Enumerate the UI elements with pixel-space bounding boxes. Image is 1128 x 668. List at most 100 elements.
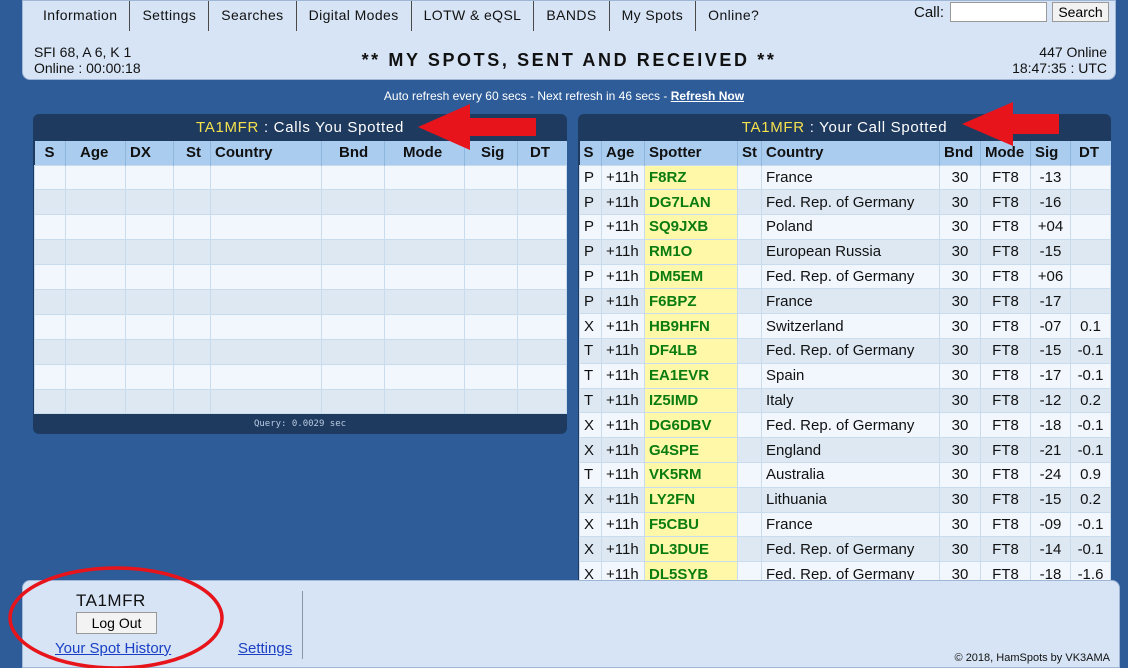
table-cell	[173, 363, 211, 390]
table-row[interactable]: P +11h F8RZ France 30 FT8 -13	[579, 164, 1111, 191]
nav-digital-modes[interactable]: Digital Modes	[297, 1, 412, 31]
spot-signal: -18	[1030, 412, 1071, 439]
table-row[interactable]: T +11h VK5RM Australia 30 FT8 -24 0.9	[579, 462, 1111, 488]
spot-signal: -14	[1030, 536, 1071, 563]
table-cell	[321, 264, 385, 290]
nav-online[interactable]: Online?	[696, 1, 771, 31]
spot-mode: FT8	[980, 412, 1031, 439]
col-header-st[interactable]: St	[173, 141, 211, 165]
table-row[interactable]: P +11h F6BPZ France 30 FT8 -17	[579, 288, 1111, 315]
copyright: © 2018, HamSpots by VK3AMA	[954, 652, 1110, 664]
spotter-call[interactable]: SQ9JXB	[644, 214, 738, 240]
your-call-spotted-table: S Age Spotter St Country Bnd Mode Sig DT…	[579, 141, 1111, 580]
table-row[interactable]: X +11h HB9HFN Switzerland 30 FT8 -07 0.1	[579, 313, 1111, 340]
col-header-dt[interactable]: DT	[1070, 141, 1111, 165]
call-search-input[interactable]	[950, 2, 1047, 22]
col-header-st[interactable]: St	[737, 141, 762, 165]
spotter-call[interactable]: F5CBU	[644, 511, 738, 538]
main-nav: Information Settings Searches Digital Mo…	[31, 1, 771, 31]
spotter-state	[737, 189, 762, 216]
table-row[interactable]: X +11h DG6DBV Fed. Rep. of Germany 30 FT8 -18-…	[579, 412, 1111, 439]
table-row[interactable]: X +11h F5CBU France 30 FT8 -09 -0.1	[579, 511, 1111, 538]
table-row[interactable]: X +11h G4SPE England 30 FT8 -21 -0.1	[579, 437, 1111, 464]
table-cell	[173, 313, 211, 340]
col-header-mode[interactable]: Mode	[384, 141, 465, 165]
col-header-sig[interactable]: Sig	[464, 141, 518, 165]
nav-my-spots[interactable]: My Spots	[610, 1, 697, 31]
search-button[interactable]: Search	[1052, 2, 1109, 22]
spotter-call[interactable]: DG7LAN	[644, 189, 738, 216]
spotter-call[interactable]: HB9HFN	[644, 313, 738, 340]
table-row[interactable]: P +11h DG7LAN Fed. Rep. of Germany 30 FT8 -16	[579, 189, 1111, 216]
spot-band: 30	[939, 561, 981, 580]
spotter-state	[737, 412, 762, 439]
spot-status: T	[579, 387, 602, 414]
spotter-call[interactable]: EA1EVR	[644, 362, 738, 389]
table-cell	[517, 388, 567, 415]
nav-bands[interactable]: BANDS	[534, 1, 610, 31]
table-row[interactable]: P +11h SQ9JXB Poland 30 FT8 +04	[579, 214, 1111, 240]
spot-status: X	[579, 412, 602, 439]
table-row[interactable]: X +11h LY2FN Lithuania 30 FT8 -15 0.2	[579, 486, 1111, 513]
spot-signal: -21	[1030, 437, 1071, 464]
table-row[interactable]: X +11h DL5SYB Fed. Rep. of Germany 30 FT8 -18-…	[579, 561, 1111, 580]
spot-age: +11h	[601, 511, 645, 538]
spotter-call[interactable]: RM1O	[644, 238, 738, 265]
table-row[interactable]: X +11h DL3DUE Fed. Rep. of Germany 30 FT8 -14-…	[579, 536, 1111, 563]
page-title: ** MY SPOTS, SENT AND RECEIVED **	[361, 50, 777, 70]
spotter-call[interactable]: DM5EM	[644, 263, 738, 290]
spot-status: X	[579, 511, 602, 538]
spotter-call[interactable]: DL3DUE	[644, 536, 738, 563]
table-cell	[65, 313, 126, 340]
spot-band: 30	[939, 437, 981, 464]
spotter-call[interactable]: F8RZ	[644, 164, 738, 191]
nav-searches[interactable]: Searches	[209, 1, 297, 31]
col-header-country[interactable]: Country	[210, 141, 322, 165]
col-header-age[interactable]: Age	[65, 141, 126, 165]
spot-history-link[interactable]: Your Spot History	[55, 640, 171, 657]
nav-lotw-eqsl[interactable]: LOTW & eQSL	[412, 1, 535, 31]
table-row[interactable]: P +11h DM5EM Fed. Rep. of Germany 30 FT8 +06	[579, 263, 1111, 290]
spotter-call[interactable]: G4SPE	[644, 437, 738, 464]
col-header-dx[interactable]: DX	[125, 141, 174, 165]
spot-status: T	[579, 362, 602, 389]
col-header-s[interactable]: S	[34, 141, 66, 165]
col-header-sig[interactable]: Sig	[1030, 141, 1071, 165]
col-header-dt[interactable]: DT	[517, 141, 567, 165]
spot-dt: -0.1	[1070, 536, 1111, 563]
footer-divider	[302, 591, 303, 659]
spotter-call[interactable]: F6BPZ	[644, 288, 738, 315]
spotter-call[interactable]: IZ5IMD	[644, 387, 738, 414]
col-header-s[interactable]: S	[579, 141, 602, 165]
nav-settings[interactable]: Settings	[130, 1, 210, 31]
table-row[interactable]: T +11h IZ5IMD Italy 30 FT8 -12 0.2	[579, 387, 1111, 414]
col-header-bnd[interactable]: Bnd	[321, 141, 385, 165]
nav-information[interactable]: Information	[31, 1, 131, 31]
spotter-call[interactable]: LY2FN	[644, 486, 738, 513]
spotter-call[interactable]: VK5RM	[644, 462, 738, 488]
spot-dt	[1070, 238, 1111, 265]
spotter-call[interactable]: DL5SYB	[644, 561, 738, 580]
spot-signal: -16	[1030, 189, 1071, 216]
refresh-now-link[interactable]: Refresh Now	[671, 89, 744, 103]
spotter-call[interactable]: DF4LB	[644, 338, 738, 364]
table-cell	[464, 189, 518, 216]
table-cell	[517, 288, 567, 315]
table-cell	[210, 214, 322, 241]
table-cell	[210, 338, 322, 365]
table-cell	[173, 164, 211, 191]
table-row[interactable]: T +11h EA1EVR Spain 30 FT8 -17 -0.1	[579, 362, 1111, 389]
table-cell	[517, 264, 567, 290]
table-row[interactable]: P +11h RM1O European Russia 30 FT8 -15	[579, 238, 1111, 265]
col-header-age[interactable]: Age	[601, 141, 645, 165]
table-row[interactable]: T +11h DF4LB Fed. Rep. of Germany 30 FT8 -15 -0…	[579, 338, 1111, 364]
footer-settings-link[interactable]: Settings	[238, 640, 292, 657]
table-cell	[464, 313, 518, 340]
col-header-bnd[interactable]: Bnd	[939, 141, 981, 165]
col-header-country[interactable]: Country	[761, 141, 940, 165]
spotter-call[interactable]: DG6DBV	[644, 412, 738, 439]
logout-button[interactable]: Log Out	[76, 612, 157, 634]
col-header-spotter[interactable]: Spotter	[644, 141, 738, 165]
your-call-spotted-rows: P +11h F8RZ France 30 FT8 -13 P +11h DG7LAN Fed. R…	[579, 164, 1111, 580]
col-header-mode[interactable]: Mode	[980, 141, 1031, 165]
